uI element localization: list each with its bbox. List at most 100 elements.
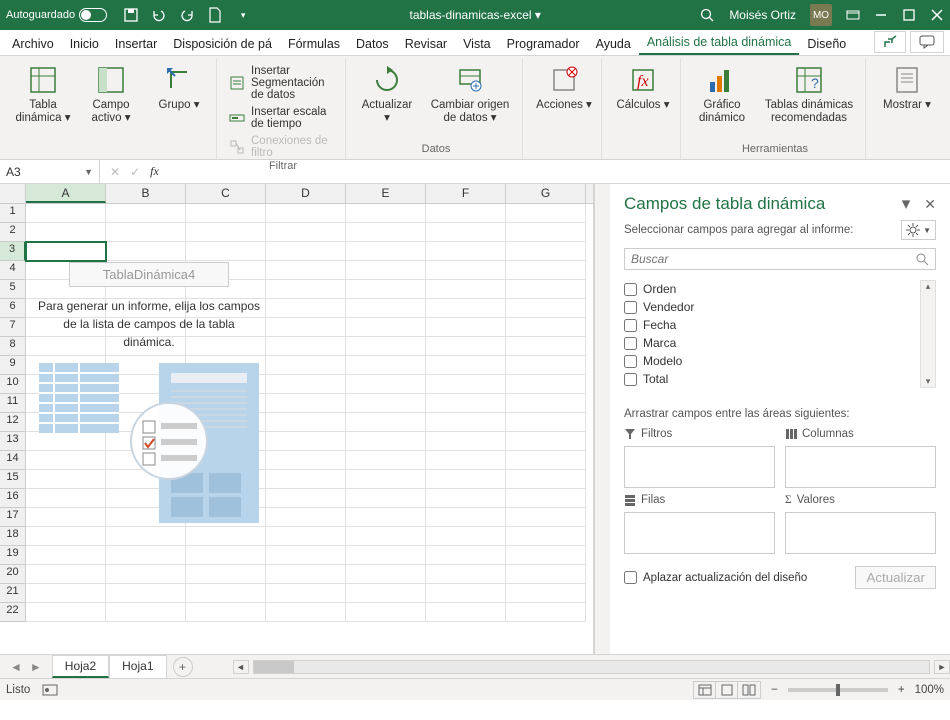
tab-datos[interactable]: Datos: [348, 33, 397, 55]
field-item[interactable]: Total: [624, 370, 936, 388]
cell[interactable]: [26, 603, 106, 622]
page-break-view-icon[interactable]: [738, 682, 760, 698]
pane-settings-button[interactable]: ▼: [901, 220, 936, 240]
field-item[interactable]: Fecha: [624, 316, 936, 334]
select-all-corner[interactable]: [0, 184, 26, 203]
column-header[interactable]: F: [426, 184, 506, 203]
cell[interactable]: [346, 356, 426, 375]
cell[interactable]: [426, 261, 506, 280]
row-header[interactable]: 4: [0, 261, 26, 280]
cell[interactable]: [266, 432, 346, 451]
comments-icon[interactable]: [910, 31, 944, 53]
page-layout-view-icon[interactable]: [716, 682, 738, 698]
cell[interactable]: [426, 356, 506, 375]
row-header[interactable]: 12: [0, 413, 26, 432]
column-header[interactable]: E: [346, 184, 426, 203]
share-icon[interactable]: [874, 31, 906, 53]
cell[interactable]: [266, 242, 346, 261]
tab-f-rmulas[interactable]: Fórmulas: [280, 33, 348, 55]
row-header[interactable]: 10: [0, 375, 26, 394]
close-pane-icon[interactable]: ✕: [924, 196, 936, 213]
cell[interactable]: [426, 318, 506, 337]
fx-icon[interactable]: fx: [150, 164, 159, 179]
cell[interactable]: [426, 470, 506, 489]
cell[interactable]: [106, 565, 186, 584]
cell[interactable]: [266, 489, 346, 508]
ribbon-display-icon[interactable]: [846, 8, 860, 22]
cell[interactable]: [266, 318, 346, 337]
tab-dise-o[interactable]: Diseño: [799, 33, 854, 55]
row-header[interactable]: 17: [0, 508, 26, 527]
cell[interactable]: [106, 242, 186, 261]
cell[interactable]: [346, 527, 426, 546]
cell[interactable]: [266, 527, 346, 546]
field-checkbox[interactable]: [624, 373, 637, 386]
cell[interactable]: [346, 584, 426, 603]
field-checkbox[interactable]: [624, 355, 637, 368]
cell[interactable]: [426, 223, 506, 242]
group-button[interactable]: Grupo ▾: [148, 60, 210, 142]
cell[interactable]: [426, 299, 506, 318]
cell[interactable]: [426, 280, 506, 299]
row-header[interactable]: 11: [0, 394, 26, 413]
cell[interactable]: [26, 242, 106, 261]
columns-drop-area[interactable]: [785, 446, 936, 488]
cell[interactable]: [506, 394, 586, 413]
field-item[interactable]: Marca: [624, 334, 936, 352]
cell[interactable]: [106, 204, 186, 223]
chevron-down-icon[interactable]: ▼: [84, 167, 93, 177]
column-header[interactable]: B: [106, 184, 186, 203]
cell[interactable]: [506, 299, 586, 318]
row-header[interactable]: 20: [0, 565, 26, 584]
horizontal-scrollbar[interactable]: [253, 660, 931, 674]
cell[interactable]: [426, 413, 506, 432]
cell[interactable]: [266, 394, 346, 413]
cell[interactable]: [26, 527, 106, 546]
row-header[interactable]: 9: [0, 356, 26, 375]
active-field-button[interactable]: Campo activo ▾: [80, 60, 142, 142]
cell[interactable]: [506, 204, 586, 223]
search-icon[interactable]: [699, 7, 715, 23]
add-sheet-button[interactable]: +: [173, 657, 193, 677]
cell[interactable]: [346, 603, 426, 622]
cell[interactable]: [106, 584, 186, 603]
cell[interactable]: [26, 204, 106, 223]
column-header[interactable]: C: [186, 184, 266, 203]
filters-drop-area[interactable]: [624, 446, 775, 488]
cell[interactable]: [106, 603, 186, 622]
cell[interactable]: [506, 280, 586, 299]
hscroll-right-icon[interactable]: ►: [934, 660, 950, 674]
autosave-toggle[interactable]: Autoguardado: [6, 8, 107, 22]
cell[interactable]: [266, 280, 346, 299]
insert-timeline-button[interactable]: Insertar escala de tiempo: [227, 105, 339, 131]
row-header[interactable]: 7: [0, 318, 26, 337]
macro-record-icon[interactable]: [42, 683, 58, 697]
row-header[interactable]: 22: [0, 603, 26, 622]
cell[interactable]: [186, 223, 266, 242]
tab-vista[interactable]: Vista: [455, 33, 499, 55]
cell[interactable]: [266, 603, 346, 622]
cell[interactable]: [346, 432, 426, 451]
insert-slicer-button[interactable]: Insertar Segmentación de datos: [227, 64, 339, 102]
field-checkbox[interactable]: [624, 301, 637, 314]
actions-button[interactable]: Acciones ▾: [533, 60, 595, 142]
sheet-nav-next-icon[interactable]: ►: [30, 660, 42, 674]
cell[interactable]: [426, 394, 506, 413]
cell[interactable]: [426, 584, 506, 603]
zoom-level[interactable]: 100%: [915, 684, 944, 696]
row-header[interactable]: 6: [0, 299, 26, 318]
cell[interactable]: [186, 527, 266, 546]
tab-inicio[interactable]: Inicio: [62, 33, 107, 55]
recommended-pivots-button[interactable]: ? Tablas dinámicas recomendadas: [759, 60, 859, 142]
save-icon[interactable]: [123, 7, 139, 23]
cell[interactable]: [266, 584, 346, 603]
cell[interactable]: [506, 451, 586, 470]
cell[interactable]: [346, 413, 426, 432]
name-box[interactable]: A3 ▼: [0, 160, 100, 183]
cell[interactable]: [506, 337, 586, 356]
column-header[interactable]: G: [506, 184, 586, 203]
cell[interactable]: [506, 356, 586, 375]
field-item[interactable]: Modelo: [624, 352, 936, 370]
cell[interactable]: [426, 565, 506, 584]
rows-drop-area[interactable]: [624, 512, 775, 554]
